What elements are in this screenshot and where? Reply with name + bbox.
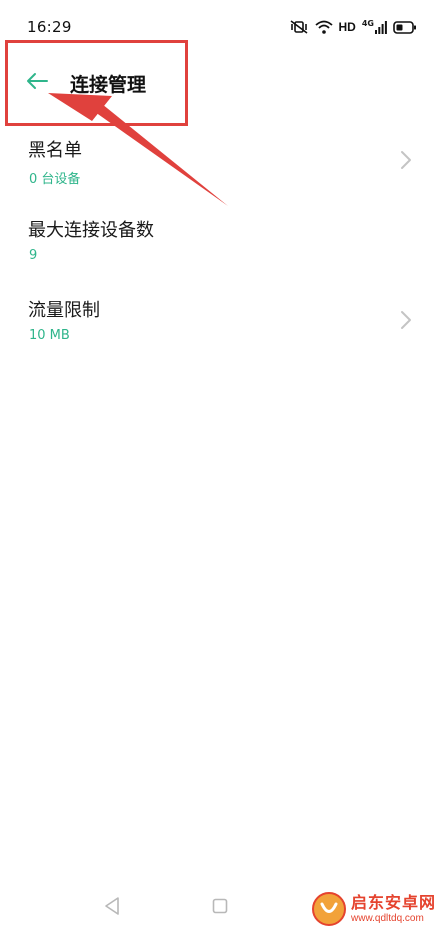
- list-item-data-limit[interactable]: 流量限制 10 MB: [0, 288, 441, 368]
- nav-back-icon[interactable]: [103, 896, 121, 920]
- watermark: 启东安卓网 www.qdltdq.com: [311, 886, 441, 932]
- chevron-right-icon: [399, 310, 413, 330]
- battery-icon: [393, 20, 417, 34]
- chevron-right-icon: [399, 150, 413, 170]
- cell-signal-icon: 4G: [362, 20, 387, 34]
- status-time: 16:29: [27, 18, 72, 36]
- list-item-max-devices[interactable]: 最大连接设备数 9: [0, 208, 441, 288]
- watermark-logo-icon: [311, 891, 347, 927]
- item-title: 流量限制: [28, 300, 100, 321]
- item-value: 10 MB: [29, 328, 70, 343]
- cell-label: 4G: [361, 19, 374, 28]
- item-value: 9: [29, 248, 38, 263]
- list-item-blacklist[interactable]: 黑名单 0 台设备: [0, 128, 441, 208]
- annotation-highlight-box: [5, 40, 188, 126]
- status-icons: HD 4G: [289, 17, 417, 37]
- hd-label: HD: [338, 20, 356, 34]
- watermark-text: 启东安卓网 www.qdltdq.com: [351, 892, 437, 924]
- item-value: 0 台设备: [29, 172, 81, 187]
- watermark-name: 启东安卓网: [351, 892, 437, 912]
- item-title: 最大连接设备数: [28, 220, 154, 241]
- item-title: 黑名单: [28, 140, 82, 161]
- vibrate-mute-icon: [289, 20, 309, 34]
- watermark-url: www.qdltdq.com: [351, 912, 424, 924]
- nav-home-icon[interactable]: [212, 898, 228, 918]
- wifi-icon: [314, 20, 333, 34]
